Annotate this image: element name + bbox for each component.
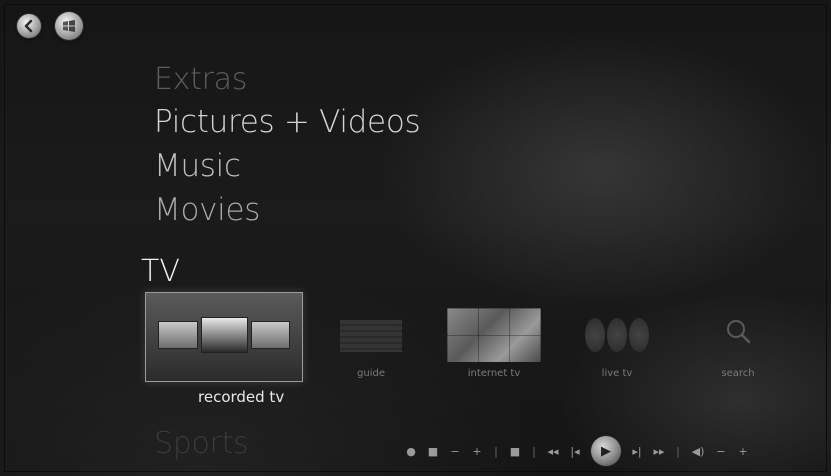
channel-up-button[interactable]: + (466, 441, 488, 461)
play-button[interactable]: ▶ (586, 436, 626, 466)
tile-recorded-tv-label: recorded tv (198, 388, 285, 406)
skip-back-button[interactable]: |◂ (564, 441, 586, 461)
start-button[interactable] (55, 12, 83, 40)
live-tv-thumbnail (585, 318, 649, 352)
play-icon: ▶ (591, 436, 621, 466)
tile-live-tv[interactable]: live tv (585, 318, 649, 388)
guide-thumbnail (340, 320, 402, 352)
transport-controls: ● ■ − + | ■ | ◂◂ |◂ ▶ ▸| ▸▸ | ◀) − + (400, 436, 831, 466)
tile-live-tv-label: live tv (601, 368, 633, 379)
menu-item-tv[interactable]: TV (141, 254, 180, 289)
rewind-button[interactable]: ◂◂ (542, 441, 564, 461)
transport-separator: | (494, 444, 498, 458)
mute-button[interactable]: ◀) (686, 441, 710, 461)
tile-search-label: search (721, 368, 755, 379)
search-icon (727, 320, 751, 344)
recorded-tv-thumbnails (158, 317, 290, 353)
volume-down-button[interactable]: − (710, 441, 732, 461)
transport-separator: | (676, 444, 680, 458)
menu-item-music[interactable]: Music (154, 148, 241, 184)
menu-item-movies[interactable]: Movies (154, 192, 260, 228)
tile-recorded-tv[interactable] (145, 292, 303, 382)
windows-logo-icon (63, 20, 75, 32)
volume-up-button[interactable]: + (732, 441, 754, 461)
tile-guide[interactable]: guide (340, 320, 402, 390)
channel-down-button[interactable]: − (444, 441, 466, 461)
fast-forward-button[interactable]: ▸▸ (648, 441, 670, 461)
menu-item-pictures-videos[interactable]: Pictures + Videos (154, 104, 421, 140)
guide-button[interactable]: ■ (422, 441, 444, 461)
skip-forward-button[interactable]: ▸| (626, 441, 648, 461)
menu-item-sports[interactable]: Sports (154, 426, 249, 461)
tile-search[interactable]: search (710, 316, 766, 386)
back-button[interactable] (17, 14, 41, 38)
screen-frame (4, 4, 827, 472)
back-arrow-icon (24, 19, 33, 33)
tile-internet-tv[interactable]: internet tv (447, 308, 541, 388)
tile-guide-label: guide (357, 368, 385, 379)
tile-internet-tv-label: internet tv (467, 368, 521, 379)
stop-button[interactable]: ■ (504, 441, 526, 461)
internet-tv-thumbnail (447, 308, 541, 362)
transport-separator: | (532, 444, 536, 458)
menu-item-extras[interactable]: Extras (154, 62, 247, 97)
record-button[interactable]: ● (400, 441, 422, 461)
